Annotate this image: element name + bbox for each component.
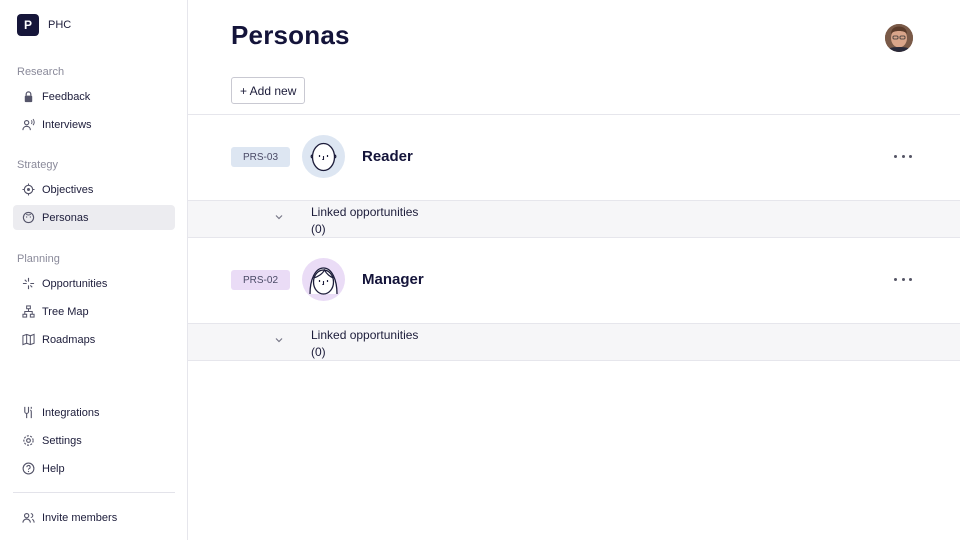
- map-icon: [22, 333, 35, 346]
- tree-icon: [22, 305, 35, 318]
- sparkle-icon: [22, 277, 35, 290]
- app: P PHC Research Feedback Interviews Strat…: [0, 0, 960, 540]
- linked-opportunities-label: Linked opportunities (0): [311, 205, 419, 236]
- plug-icon: [22, 406, 35, 419]
- sidebar-item-label: Interviews: [42, 118, 92, 131]
- more-options-button[interactable]: [894, 150, 912, 162]
- more-dot: [901, 277, 905, 281]
- sidebar-item-tree-map[interactable]: Tree Map: [13, 299, 175, 324]
- section-title-strategy: Strategy: [17, 159, 58, 171]
- linked-opportunities-row[interactable]: Linked opportunities (0): [188, 200, 960, 238]
- sidebar-item-label: Personas: [42, 211, 89, 224]
- sidebar-divider: [13, 492, 175, 493]
- sidebar-item-label: Opportunities: [42, 277, 108, 290]
- sidebar-item-integrations[interactable]: Integrations: [13, 400, 175, 425]
- persona-row-reader[interactable]: PRS-03 Reader: [188, 114, 960, 200]
- invite-members-button[interactable]: Invite members: [13, 505, 175, 530]
- voice-icon: [22, 118, 35, 131]
- sidebar-item-label: Help: [42, 462, 65, 475]
- more-dot: [894, 277, 897, 281]
- linked-opportunities-row[interactable]: Linked opportunities (0): [188, 323, 960, 361]
- gear-icon: [22, 434, 35, 447]
- persona-tag: PRS-02: [231, 270, 290, 290]
- invite-members-label: Invite members: [42, 511, 118, 524]
- persona-tag: PRS-03: [231, 147, 290, 167]
- target-icon: [22, 183, 35, 196]
- sidebar-item-label: Objectives: [42, 183, 94, 196]
- sidebar-item-interviews[interactable]: Interviews: [13, 112, 175, 137]
- persona-avatar-reader: [302, 135, 345, 178]
- sidebar-item-label: Feedback: [42, 90, 91, 103]
- add-new-button[interactable]: + Add new: [231, 77, 306, 104]
- user-avatar[interactable]: [885, 24, 913, 52]
- more-dot: [901, 154, 905, 158]
- sidebar-item-settings[interactable]: Settings: [13, 428, 175, 453]
- chevron-down-icon[interactable]: [274, 335, 284, 345]
- page-title: Personas: [231, 20, 350, 50]
- lock-icon: [22, 90, 35, 103]
- workspace-switcher[interactable]: P PHC: [17, 14, 71, 36]
- more-dot: [909, 277, 912, 281]
- sidebar-item-opportunities[interactable]: Opportunities: [13, 271, 175, 296]
- chevron-down-icon[interactable]: [274, 212, 284, 222]
- help-icon: [22, 462, 35, 475]
- linked-opportunities-label: Linked opportunities (0): [311, 328, 419, 359]
- sidebar-item-label: Tree Map: [42, 305, 89, 318]
- sidebar-item-help[interactable]: Help: [13, 456, 175, 481]
- reader-face-icon: [310, 142, 337, 172]
- users-icon: [22, 511, 35, 524]
- persona-name[interactable]: Manager: [362, 271, 424, 288]
- workspace-name: PHC: [48, 19, 72, 31]
- sidebar-item-personas[interactable]: Personas: [13, 205, 175, 230]
- sidebar-item-objectives[interactable]: Objectives: [13, 177, 175, 202]
- more-dot: [894, 154, 897, 158]
- manager-face-icon: [309, 267, 338, 295]
- section-title-planning: Planning: [17, 253, 60, 265]
- sidebar: P PHC Research Feedback Interviews Strat…: [0, 0, 188, 540]
- sidebar-item-label: Roadmaps: [42, 333, 96, 346]
- sidebar-item-label: Settings: [42, 434, 82, 447]
- sidebar-item-label: Integrations: [42, 406, 100, 419]
- sidebar-item-feedback[interactable]: Feedback: [13, 84, 175, 109]
- persona-avatar-manager: [302, 258, 345, 301]
- section-title-research: Research: [17, 66, 65, 78]
- persona-name[interactable]: Reader: [362, 148, 413, 165]
- more-options-button[interactable]: [894, 273, 912, 285]
- sidebar-item-roadmaps[interactable]: Roadmaps: [13, 327, 175, 352]
- workspace-logo: P: [17, 14, 39, 36]
- persona-row-manager[interactable]: PRS-02 Manager: [188, 237, 960, 323]
- face-icon: [22, 211, 35, 224]
- more-dot: [909, 154, 912, 158]
